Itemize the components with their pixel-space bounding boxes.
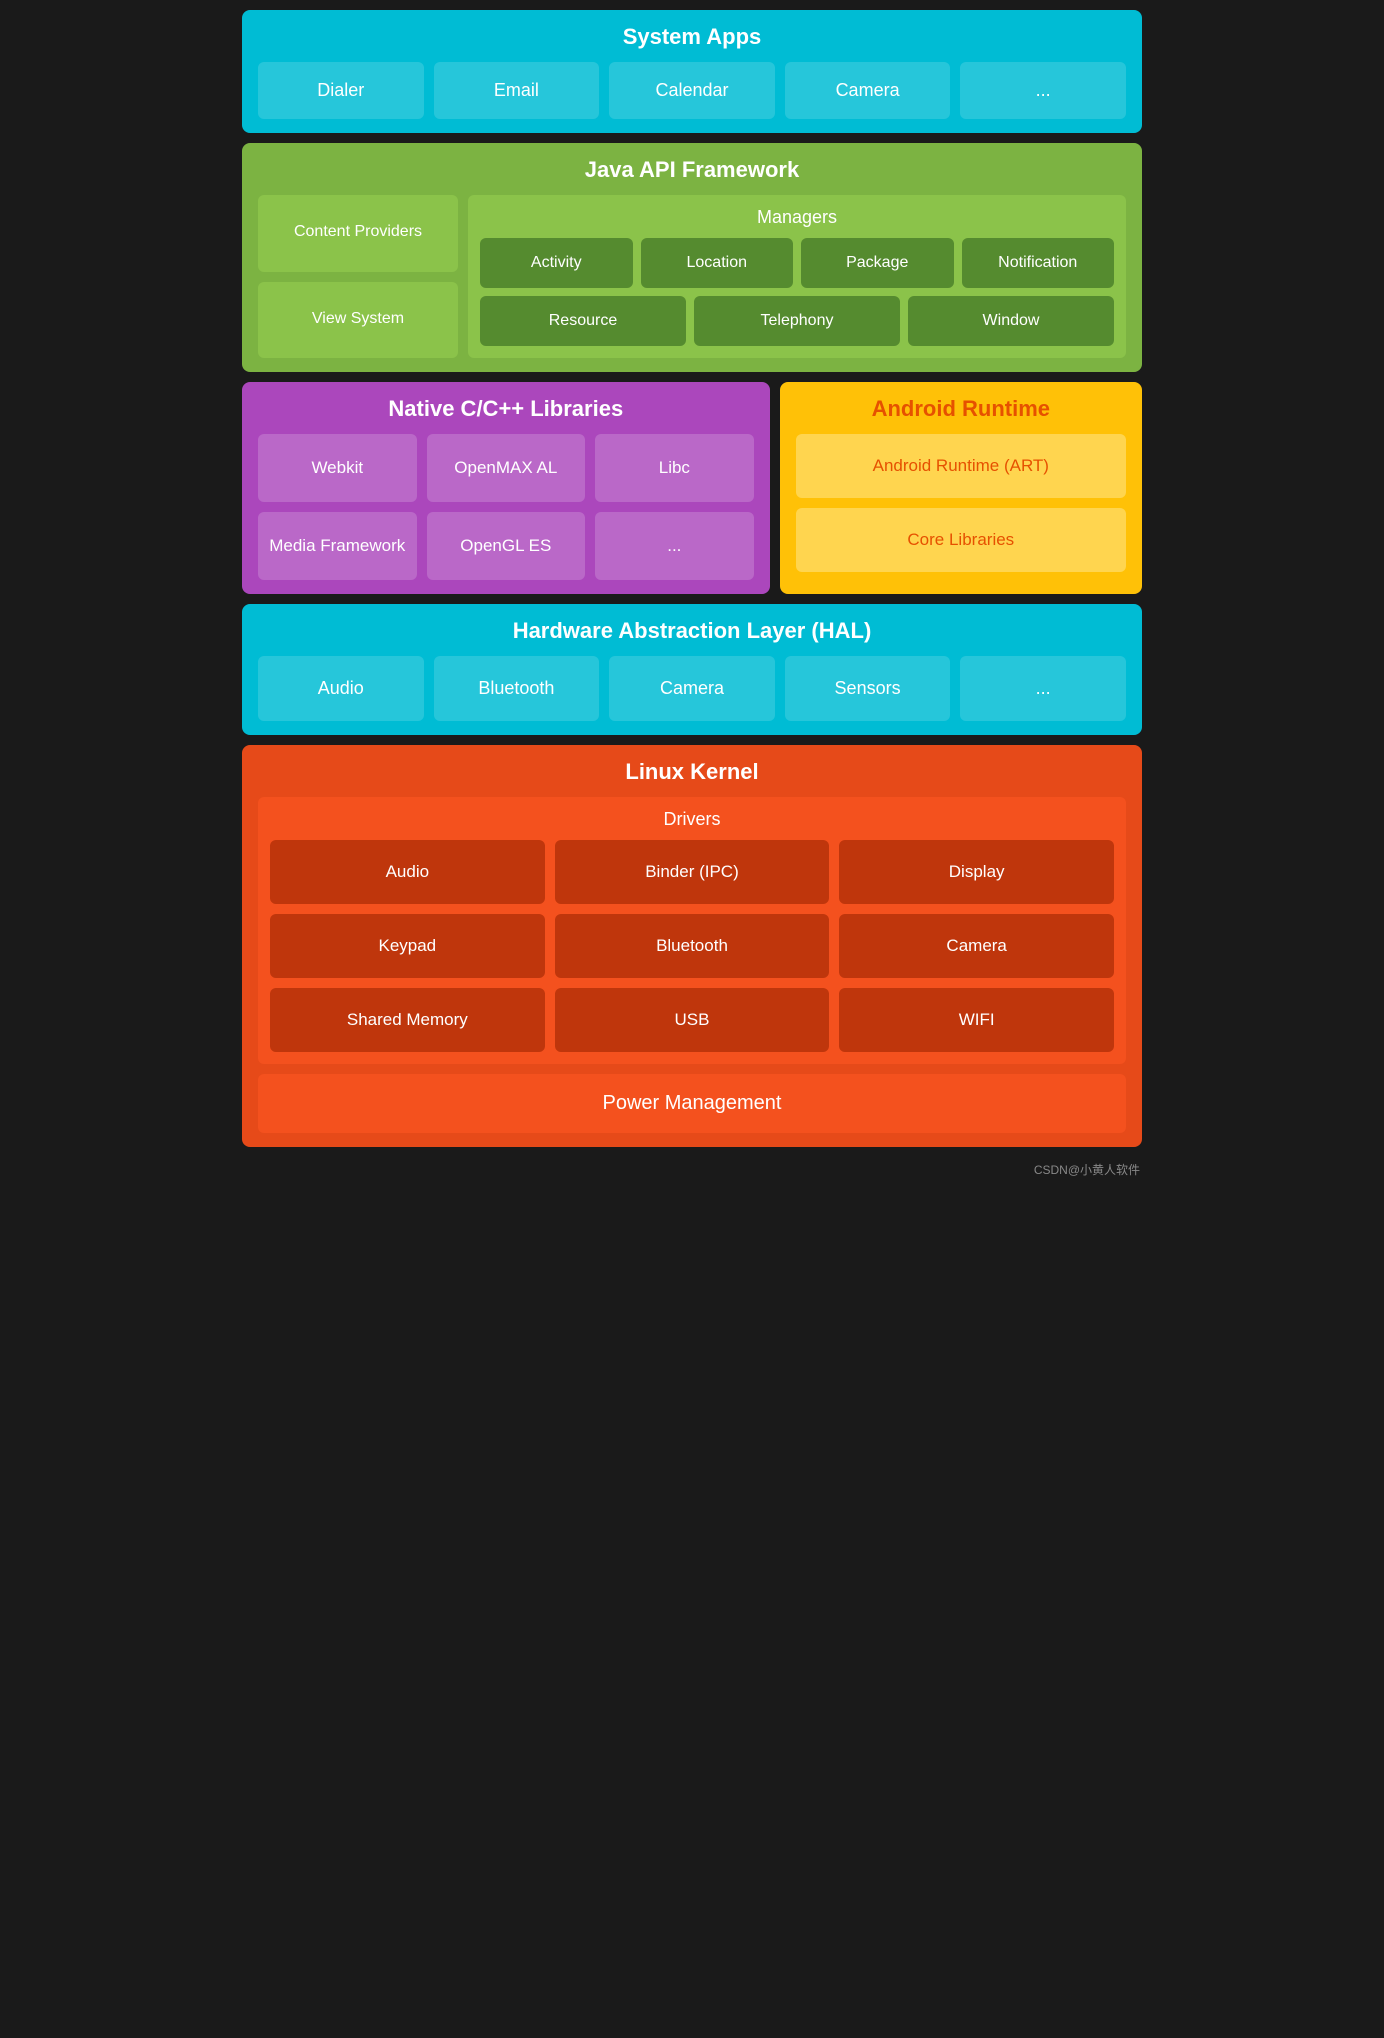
system-apps-cards: Dialer Email Calendar Camera ... bbox=[258, 62, 1126, 119]
app-email: Email bbox=[434, 62, 600, 119]
manager-telephony: Telephony bbox=[694, 296, 900, 346]
watermark: CSDN@小黄人软件 bbox=[242, 1157, 1142, 1182]
driver-wifi: WIFI bbox=[839, 988, 1114, 1052]
native-libc: Libc bbox=[595, 434, 754, 502]
android-runtime-title: Android Runtime bbox=[796, 396, 1126, 422]
java-api-left: Content Providers View System bbox=[258, 195, 458, 358]
app-dialer: Dialer bbox=[258, 62, 424, 119]
linux-kernel-layer: Linux Kernel Drivers Audio Binder (IPC) … bbox=[242, 745, 1142, 1147]
art-card: Android Runtime (ART) bbox=[796, 434, 1126, 498]
native-webkit: Webkit bbox=[258, 434, 417, 502]
hal-sensors: Sensors bbox=[785, 656, 951, 721]
driver-audio: Audio bbox=[270, 840, 545, 904]
hal-title: Hardware Abstraction Layer (HAL) bbox=[258, 618, 1126, 644]
manager-resource: Resource bbox=[480, 296, 686, 346]
hal-camera: Camera bbox=[609, 656, 775, 721]
manager-window: Window bbox=[908, 296, 1114, 346]
drivers-grid: Audio Binder (IPC) Display Keypad Blueto… bbox=[270, 840, 1114, 1052]
content-providers: Content Providers bbox=[258, 195, 458, 272]
managers-grid-row1: Activity Location Package Notification bbox=[480, 238, 1114, 288]
java-api-layer: Java API Framework Content Providers Vie… bbox=[242, 143, 1142, 372]
system-apps-layer: System Apps Dialer Email Calendar Camera… bbox=[242, 10, 1142, 133]
app-more: ... bbox=[960, 62, 1126, 119]
driver-shared-memory: Shared Memory bbox=[270, 988, 545, 1052]
android-architecture-diagram: System Apps Dialer Email Calendar Camera… bbox=[242, 10, 1142, 1182]
hal-bluetooth: Bluetooth bbox=[434, 656, 600, 721]
manager-activity: Activity bbox=[480, 238, 633, 288]
hal-layer: Hardware Abstraction Layer (HAL) Audio B… bbox=[242, 604, 1142, 735]
hal-more: ... bbox=[960, 656, 1126, 721]
view-system: View System bbox=[258, 282, 458, 359]
driver-binder: Binder (IPC) bbox=[555, 840, 830, 904]
java-api-title: Java API Framework bbox=[258, 157, 1126, 183]
power-management: Power Management bbox=[258, 1074, 1126, 1133]
native-media-framework: Media Framework bbox=[258, 512, 417, 580]
managers-grid-row2: Resource Telephony Window bbox=[480, 296, 1114, 346]
driver-usb: USB bbox=[555, 988, 830, 1052]
hal-audio: Audio bbox=[258, 656, 424, 721]
hal-cards: Audio Bluetooth Camera Sensors ... bbox=[258, 656, 1126, 721]
native-libs-layer: Native C/C++ Libraries Webkit OpenMAX AL… bbox=[242, 382, 770, 594]
native-openmax: OpenMAX AL bbox=[427, 434, 586, 502]
managers-title: Managers bbox=[480, 207, 1114, 228]
managers-box: Managers Activity Location Package Notif… bbox=[468, 195, 1126, 358]
drivers-box: Drivers Audio Binder (IPC) Display Keypa… bbox=[258, 797, 1126, 1064]
android-runtime-layer: Android Runtime Android Runtime (ART) Co… bbox=[780, 382, 1142, 594]
native-runtime-row: Native C/C++ Libraries Webkit OpenMAX AL… bbox=[242, 382, 1142, 594]
system-apps-title: System Apps bbox=[258, 24, 1126, 50]
drivers-title: Drivers bbox=[270, 809, 1114, 830]
linux-kernel-title: Linux Kernel bbox=[258, 759, 1126, 785]
driver-bluetooth: Bluetooth bbox=[555, 914, 830, 978]
java-api-inner: Content Providers View System Managers A… bbox=[258, 195, 1126, 358]
core-libraries-card: Core Libraries bbox=[796, 508, 1126, 572]
native-opengl: OpenGL ES bbox=[427, 512, 586, 580]
manager-notification: Notification bbox=[962, 238, 1115, 288]
native-libs-title: Native C/C++ Libraries bbox=[258, 396, 754, 422]
native-more: ... bbox=[595, 512, 754, 580]
driver-display: Display bbox=[839, 840, 1114, 904]
app-camera: Camera bbox=[785, 62, 951, 119]
app-calendar: Calendar bbox=[609, 62, 775, 119]
driver-camera: Camera bbox=[839, 914, 1114, 978]
manager-package: Package bbox=[801, 238, 954, 288]
native-grid: Webkit OpenMAX AL Libc Media Framework O… bbox=[258, 434, 754, 580]
driver-keypad: Keypad bbox=[270, 914, 545, 978]
manager-location: Location bbox=[641, 238, 794, 288]
